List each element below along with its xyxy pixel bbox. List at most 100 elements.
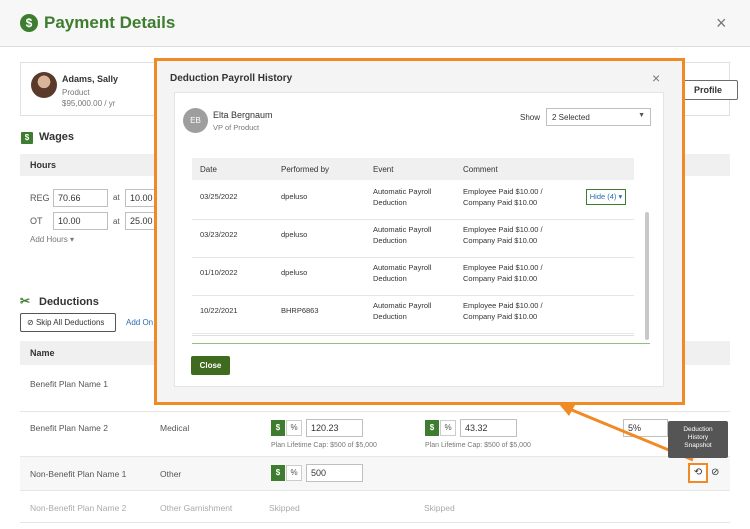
scrollbar[interactable] — [645, 212, 649, 340]
performer-cell: dpeluso — [281, 192, 308, 201]
divider — [192, 343, 650, 344]
comment-line-1: Employee Paid $10.00 / — [463, 187, 543, 196]
avatar — [31, 72, 57, 98]
event-line-2: Deduction — [373, 198, 407, 207]
deduction-name: Non-Benefit Plan Name 1 — [30, 469, 127, 479]
table-row: 10/22/2021 BHRP6863 Automatic Payroll De… — [192, 296, 634, 334]
show-select-value: 2 Selected — [552, 113, 590, 122]
reg-rate-input[interactable]: 10.00 — [125, 189, 155, 207]
table-row: Non-Benefit Plan Name 2 Other Garnishmen… — [20, 491, 730, 523]
add-hours-link[interactable]: Add Hours ▾ — [30, 235, 74, 244]
ot-label: OT — [30, 216, 43, 226]
comment-line-1: Employee Paid $10.00 / — [463, 301, 543, 310]
skip-all-deductions-button[interactable]: ⊘ Skip All Deductions — [20, 313, 116, 332]
employee-amount-input[interactable]: 120.23 — [306, 419, 363, 437]
comment-line-2: Company Paid $10.00 — [463, 274, 538, 283]
at-label: at — [113, 217, 120, 226]
close-icon[interactable]: × — [716, 13, 727, 34]
column-event: Event — [373, 165, 394, 174]
reg-hours-input[interactable]: 70.66 — [53, 189, 108, 207]
employee-status: Skipped — [269, 503, 300, 513]
date-cell: 10/22/2021 — [200, 306, 238, 315]
employee-amount-input[interactable]: 500 — [306, 464, 363, 482]
dollar-toggle[interactable]: $ — [425, 420, 439, 436]
comment-line-2: Company Paid $10.00 — [463, 312, 538, 321]
ot-hours-input[interactable]: 10.00 — [53, 212, 108, 230]
date-cell: 03/25/2022 — [200, 192, 238, 201]
person-title: VP of Product — [213, 123, 260, 132]
at-label: at — [113, 193, 120, 202]
reg-label: REG — [30, 193, 50, 203]
dollar-icon: $ — [20, 14, 38, 32]
event-line-1: Automatic Payroll — [373, 301, 432, 310]
dollar-toggle[interactable]: $ — [271, 420, 285, 436]
person-name: Elta Bergnaum — [213, 110, 273, 120]
close-icon[interactable]: × — [652, 70, 660, 86]
performer-cell: dpeluso — [281, 268, 308, 277]
deduction-name: Non-Benefit Plan Name 2 — [30, 503, 127, 513]
chevron-down-icon: ▼ — [638, 112, 645, 119]
tooltip-line: Snapshot — [684, 442, 712, 449]
company-amount-input[interactable]: 43.32 — [460, 419, 517, 437]
comment-line-2: Company Paid $10.00 — [463, 198, 538, 207]
history-table-header: Date Performed by Event Comment — [192, 158, 634, 180]
percent-toggle[interactable]: % — [286, 420, 302, 436]
event-line-1: Automatic Payroll — [373, 225, 432, 234]
column-performed-by: Performed by — [281, 165, 330, 174]
deduction-name: Benefit Plan Name 1 — [30, 379, 108, 389]
show-select[interactable]: 2 Selected ▼ — [546, 108, 651, 126]
add-one-link[interactable]: Add On — [126, 318, 153, 327]
history-snapshot-icon[interactable]: ⟲ — [688, 463, 708, 483]
performer-cell: dpeluso — [281, 230, 308, 239]
column-date: Date — [200, 165, 217, 174]
dollar-toggle[interactable]: $ — [271, 465, 285, 481]
skip-all-label: Skip All Deductions — [35, 318, 105, 327]
event-line-1: Automatic Payroll — [373, 263, 432, 272]
deductions-title: Deductions — [39, 296, 99, 308]
show-label: Show — [520, 113, 541, 122]
lifetime-cap-note: Plan Lifetime Cap: $500 of $5,000 — [425, 442, 531, 449]
payment-details-page: $ Payment Details × Adams, Sally Product… — [0, 0, 750, 529]
deduction-type: Other Garnishment — [160, 503, 233, 513]
deduction-name: Benefit Plan Name 2 — [30, 423, 108, 433]
avatar: EB — [183, 108, 208, 133]
page-title: Payment Details — [44, 13, 176, 32]
close-button[interactable]: Close — [191, 356, 230, 375]
ban-icon[interactable]: ⊘ — [711, 467, 719, 478]
employee-salary: $95,000.00 / yr — [62, 99, 116, 108]
percent-toggle[interactable]: % — [440, 420, 456, 436]
event-line-1: Automatic Payroll — [373, 187, 432, 196]
ban-icon: ⊘ — [27, 318, 36, 327]
table-row: 03/25/2022 dpeluso Automatic Payroll Ded… — [192, 182, 634, 220]
event-line-2: Deduction — [373, 274, 407, 283]
dollar-icon: $ — [21, 132, 33, 144]
modal-title: Deduction Payroll History — [170, 73, 293, 84]
company-status: Skipped — [424, 503, 455, 513]
comment-line-1: Employee Paid $10.00 / — [463, 225, 543, 234]
deduction-type: Other — [160, 469, 182, 479]
date-cell: 01/10/2022 — [200, 268, 238, 277]
lifetime-cap-note: Plan Lifetime Cap: $500 of $5,000 — [271, 442, 377, 449]
percent-toggle[interactable]: % — [286, 465, 302, 481]
deduction-type: Medical — [160, 423, 190, 433]
event-line-2: Deduction — [373, 236, 407, 245]
header: $ Payment Details × — [0, 0, 750, 47]
table-row: 01/10/2022 dpeluso Automatic Payroll Ded… — [192, 258, 634, 296]
tooltip-line: Deduction — [683, 426, 713, 433]
scissors-icon: ✂ — [20, 294, 31, 308]
profile-button[interactable]: Profile — [678, 80, 738, 100]
tooltip: Deduction History Snapshot — [668, 421, 728, 458]
comment-line-2: Company Paid $10.00 — [463, 236, 538, 245]
employee-name: Adams, Sally — [62, 74, 119, 84]
column-comment: Comment — [463, 165, 498, 174]
hide-button[interactable]: Hide (4) ▾ — [586, 189, 626, 205]
table-row: 03/23/2022 dpeluso Automatic Payroll Ded… — [192, 220, 634, 258]
performer-cell: BHRP6863 — [281, 306, 319, 315]
history-table: Date Performed by Event Comment 03/25/20… — [192, 158, 634, 336]
comment-line-1: Employee Paid $10.00 / — [463, 263, 543, 272]
employee-dept: Product — [62, 88, 90, 97]
event-line-2: Deduction — [373, 312, 407, 321]
wages-title: Wages — [39, 131, 75, 143]
tooltip-line: History — [687, 434, 709, 441]
ot-rate-input[interactable]: 25.00 — [125, 212, 155, 230]
